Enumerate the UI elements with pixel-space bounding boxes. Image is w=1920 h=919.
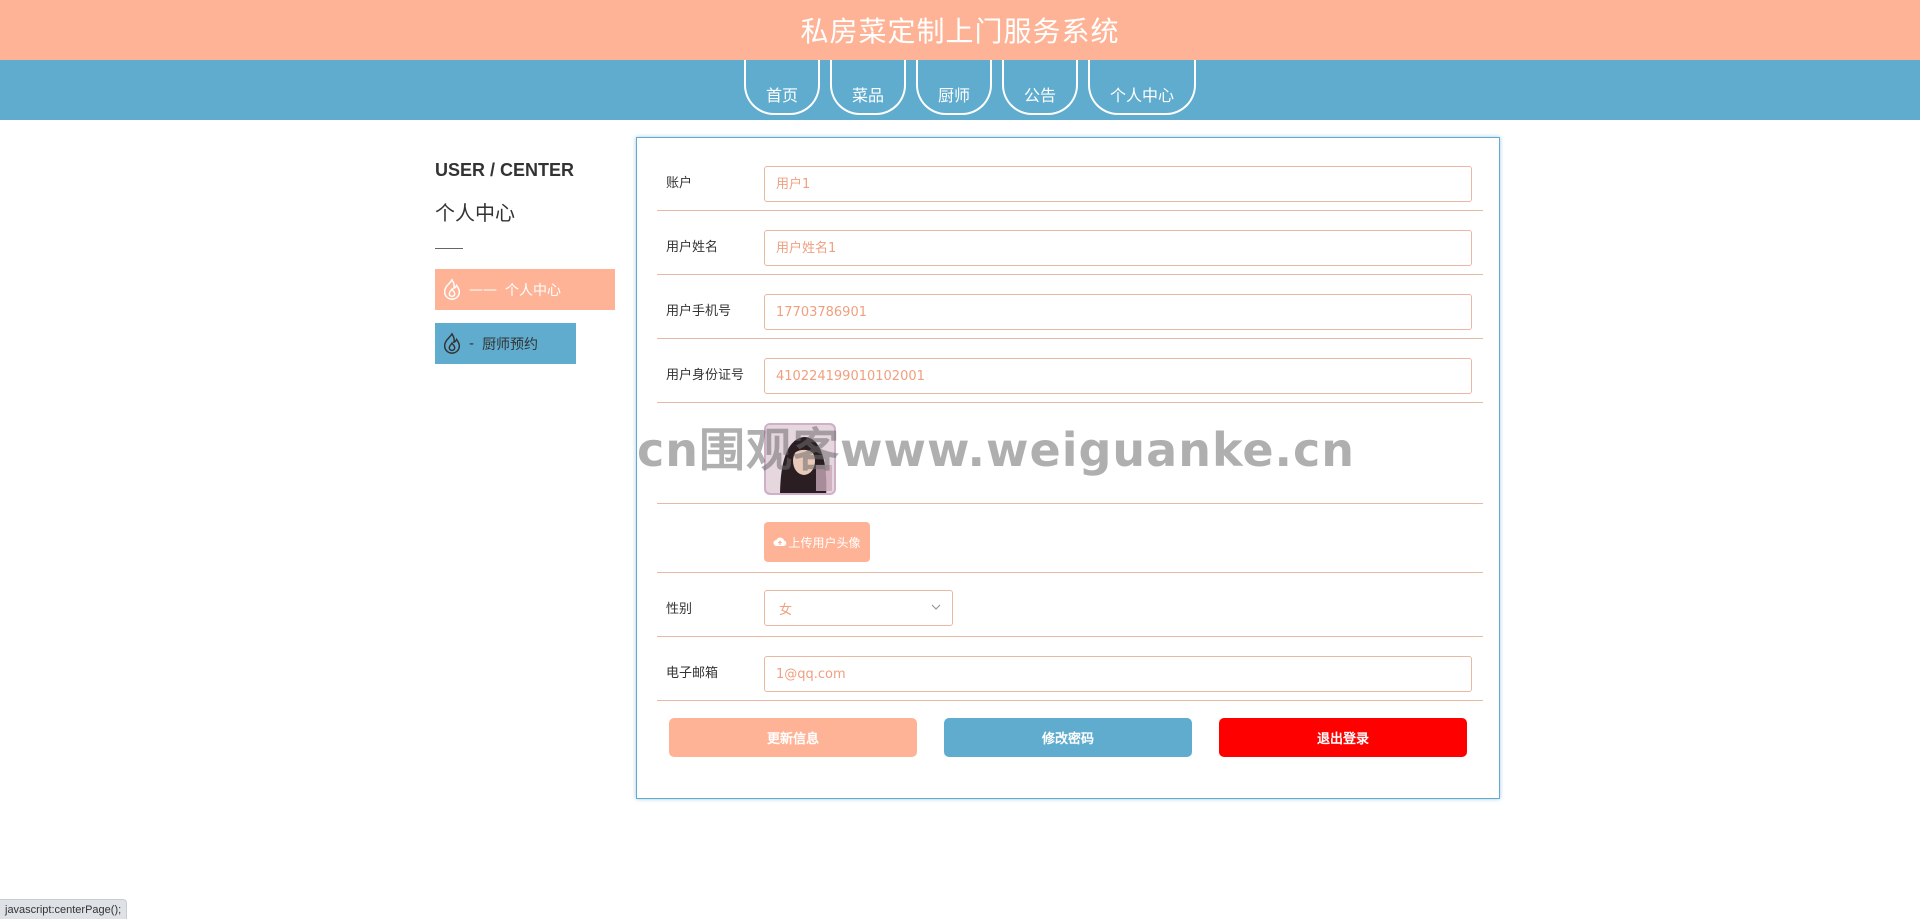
- form-row-idcard: 用户身份证号: [657, 339, 1483, 403]
- site-header: 私房菜定制上门服务系统: [0, 0, 1920, 60]
- main-nav: 首页 菜品 厨师 公告 个人中心: [0, 60, 1920, 120]
- upload-avatar-label: 上传用户头像: [788, 535, 861, 550]
- account-input[interactable]: [764, 166, 1472, 202]
- gender-label: 性别: [666, 602, 693, 617]
- browser-status-bar: javascript:centerPage();: [0, 899, 128, 919]
- logout-button[interactable]: 退出登录: [1219, 718, 1467, 757]
- sidebar-divider: [435, 248, 463, 249]
- gender-select[interactable]: 女: [764, 590, 953, 626]
- flame-icon: [443, 332, 461, 354]
- form-row-phone: 用户手机号: [657, 275, 1483, 339]
- phone-label: 用户手机号: [666, 304, 732, 319]
- watermark: cn围观客www.weiguanke.cn: [637, 423, 1356, 477]
- nav-announcements[interactable]: 公告: [1002, 60, 1079, 115]
- nav-user-center[interactable]: 个人中心: [1088, 60, 1197, 115]
- cloud-upload-icon: [773, 537, 787, 546]
- form-row-email: 电子邮箱: [657, 637, 1483, 701]
- sidebar-cn-title: 个人中心: [435, 201, 515, 225]
- form-row-gender: 性别 女: [657, 573, 1483, 637]
- gender-selected-value: 女: [779, 602, 793, 618]
- sidebar-item-label: 厨师预约: [482, 336, 539, 353]
- sidebar-item-dash: ——: [469, 281, 497, 298]
- flame-icon: [443, 278, 461, 300]
- update-info-button[interactable]: 更新信息: [669, 718, 917, 757]
- phone-input[interactable]: [764, 294, 1472, 330]
- account-label: 账户: [666, 176, 693, 191]
- sidebar-item-chef-booking[interactable]: - 厨师预约: [435, 323, 576, 364]
- name-label: 用户姓名: [666, 240, 719, 255]
- site-title: 私房菜定制上门服务系统: [800, 15, 1120, 48]
- form-row-name: 用户姓名: [657, 211, 1483, 275]
- name-input[interactable]: [764, 230, 1472, 266]
- form-row-account: 账户: [657, 138, 1483, 211]
- sidebar-item-dash: -: [469, 335, 475, 352]
- sidebar-item-user-center[interactable]: —— 个人中心: [435, 269, 615, 310]
- upload-avatar-button[interactable]: 上传用户头像: [764, 522, 870, 562]
- nav-home[interactable]: 首页: [743, 60, 820, 115]
- sidebar-item-label: 个人中心: [505, 282, 561, 299]
- nav-chefs[interactable]: 厨师: [915, 60, 992, 115]
- email-label: 电子邮箱: [666, 666, 719, 681]
- form-row-upload: 上传用户头像: [657, 504, 1483, 573]
- idcard-label: 用户身份证号: [666, 368, 745, 383]
- nav-dishes[interactable]: 菜品: [829, 60, 906, 115]
- chevron-down-icon: [931, 604, 941, 610]
- sidebar-en-title: USER / CENTER: [435, 160, 575, 180]
- email-input[interactable]: [764, 656, 1472, 692]
- sidebar: USER / CENTER 个人中心 —— 个人中心 - 厨师预约: [435, 160, 620, 364]
- change-password-button[interactable]: 修改密码: [944, 718, 1192, 757]
- idcard-input[interactable]: [764, 358, 1472, 394]
